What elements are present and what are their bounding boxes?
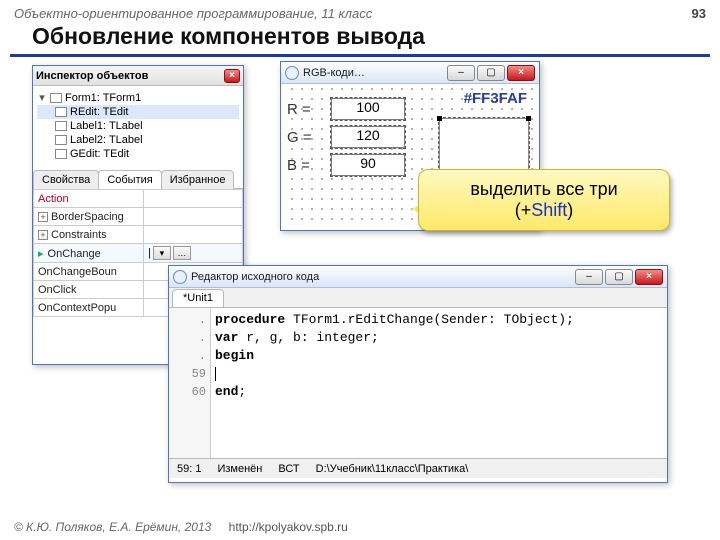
editor-titlebar: Редактор исходного кода – ▢ × bbox=[169, 266, 667, 288]
g-label: G = bbox=[287, 129, 331, 146]
status-path: D:\Учебник\11класс\Практика\ bbox=[316, 463, 469, 475]
footer-copyright: © К.Ю. Поляков, Е.А. Ерёмин, 2013 bbox=[14, 520, 211, 534]
code-editor-window: Редактор исходного кода – ▢ × *Unit1 . .… bbox=[168, 265, 668, 483]
prop-row[interactable]: ▸OnChange|▾… bbox=[34, 244, 243, 263]
b-label: B = bbox=[287, 157, 331, 174]
editor-title: Редактор исходного кода bbox=[191, 271, 571, 283]
app-icon bbox=[285, 66, 299, 80]
text-cursor bbox=[215, 367, 216, 381]
slide-header: Объектно-ориентированное программировани… bbox=[0, 0, 720, 21]
tab-properties[interactable]: Свойства bbox=[33, 170, 99, 189]
tab-favorites[interactable]: Избранное bbox=[161, 170, 235, 189]
g-input[interactable]: 120 bbox=[331, 126, 405, 148]
component-icon bbox=[55, 121, 67, 131]
close-icon[interactable]: × bbox=[224, 69, 240, 83]
minimize-icon[interactable]: – bbox=[447, 65, 475, 81]
rgb-title: RGB-коди… bbox=[303, 67, 443, 79]
maximize-icon[interactable]: ▢ bbox=[605, 269, 633, 285]
component-icon bbox=[55, 149, 67, 159]
prop-row[interactable]: Action bbox=[34, 190, 243, 208]
tab-events[interactable]: События bbox=[98, 170, 161, 189]
maximize-icon[interactable]: ▢ bbox=[477, 65, 505, 81]
ellipsis-button[interactable]: … bbox=[173, 246, 191, 260]
prop-row[interactable]: +BorderSpacing bbox=[34, 208, 243, 226]
component-tree: ▾Form1: TForm1 REdit: TEdit Label1: TLab… bbox=[33, 86, 243, 165]
slide-canvas: Инспектор объектов × ▾Form1: TForm1 REdi… bbox=[0, 65, 720, 515]
dropdown-button[interactable]: ▾ bbox=[153, 246, 171, 260]
status-mode: ВСТ bbox=[278, 463, 299, 475]
close-icon[interactable]: × bbox=[635, 269, 663, 285]
prop-row[interactable]: +Constraints bbox=[34, 226, 243, 244]
editor-statusbar: 59: 1 Изменён ВСТ D:\Учебник\11класс\Пра… bbox=[169, 458, 667, 478]
tree-row[interactable]: GEdit: TEdit bbox=[37, 147, 239, 161]
expand-icon[interactable]: + bbox=[38, 230, 48, 240]
minimize-icon[interactable]: – bbox=[575, 269, 603, 285]
page-title: Обновление компонентов вывода bbox=[10, 21, 710, 57]
editor-gutter: . . . 59 60 bbox=[169, 308, 211, 458]
inspector-title: Инспектор объектов bbox=[36, 70, 148, 82]
status-position: 59: 1 bbox=[177, 463, 201, 475]
component-icon bbox=[55, 107, 67, 117]
rgb-titlebar: RGB-коди… – ▢ × bbox=[281, 62, 539, 84]
hint-callout: выделить все три (+Shift) bbox=[418, 169, 670, 231]
course-label: Объектно-ориентированное программировани… bbox=[14, 6, 372, 21]
expand-icon[interactable]: + bbox=[38, 212, 48, 222]
component-icon bbox=[55, 135, 67, 145]
inspector-tabs: Свойства События Избранное bbox=[33, 169, 243, 189]
slide-footer: © К.Ю. Поляков, Е.А. Ерёмин, 2013 http:/… bbox=[14, 520, 348, 534]
callout-line1: выделить все три bbox=[470, 179, 617, 200]
page-number: 93 bbox=[692, 6, 706, 21]
close-icon[interactable]: × bbox=[507, 65, 535, 81]
tree-row[interactable]: REdit: TEdit bbox=[37, 105, 239, 119]
editor-tab[interactable]: *Unit1 bbox=[172, 289, 224, 307]
tree-row[interactable]: Label1: TLabel bbox=[37, 119, 239, 133]
form-icon bbox=[50, 93, 62, 103]
r-label: R = bbox=[287, 101, 331, 118]
status-state: Изменён bbox=[217, 463, 262, 475]
inspector-titlebar: Инспектор объектов × bbox=[33, 66, 243, 86]
app-icon bbox=[173, 270, 187, 284]
callout-line2: (+Shift) bbox=[515, 200, 574, 221]
r-input[interactable]: 100 bbox=[331, 98, 405, 120]
footer-url: http://kpolyakov.spb.ru bbox=[229, 520, 348, 534]
code-area[interactable]: procedure TForm1.rEditChange(Sender: TOb… bbox=[211, 308, 667, 458]
tree-row[interactable]: ▾Form1: TForm1 bbox=[37, 90, 239, 105]
b-input[interactable]: 90 bbox=[331, 154, 405, 176]
tree-row[interactable]: Label2: TLabel bbox=[37, 133, 239, 147]
editor-tabs: *Unit1 bbox=[169, 288, 667, 308]
